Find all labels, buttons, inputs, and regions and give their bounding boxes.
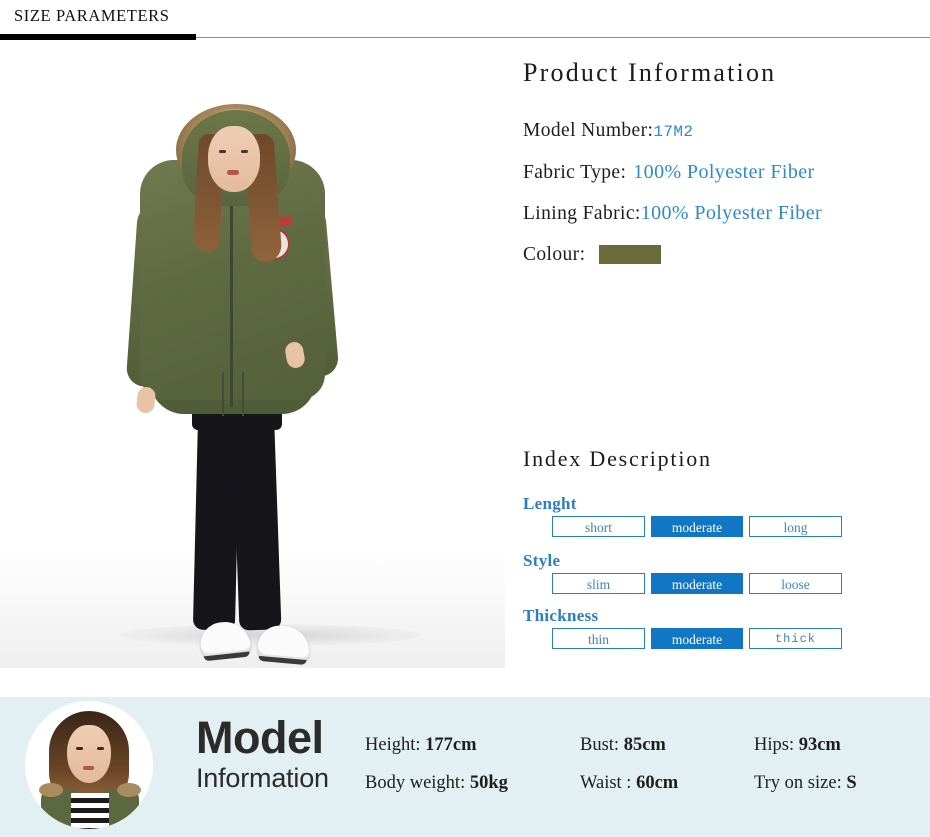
field-label-try-on-size: Try on size: bbox=[754, 773, 842, 793]
option-lenght-long[interactable]: long bbox=[749, 516, 842, 537]
option-style-loose[interactable]: loose bbox=[749, 573, 842, 594]
product-information-title: Product Information bbox=[523, 58, 777, 87]
spec-label-colour: Colour: bbox=[523, 244, 586, 265]
field-value-hips: 93cm bbox=[798, 735, 841, 755]
field-value-try-on-size: S bbox=[846, 773, 857, 793]
spec-row-colour: Colour: bbox=[523, 244, 662, 266]
spec-label-fabric-type: Fabric Type: bbox=[523, 162, 627, 183]
index-description-title: Index Description bbox=[523, 446, 712, 471]
option-style-moderate[interactable]: moderate bbox=[651, 573, 743, 594]
page-title: SIZE PARAMETERS bbox=[14, 6, 170, 25]
model-face bbox=[208, 126, 260, 192]
header-divider-line bbox=[196, 37, 930, 39]
model-heading: Model bbox=[196, 712, 324, 763]
index-group-thickness: Thickness thin moderate thick bbox=[523, 606, 863, 651]
field-label-height: Height: bbox=[365, 735, 421, 755]
spec-row-model-number: Model Number:17M2 bbox=[523, 120, 693, 142]
field-label-bust: Bust: bbox=[580, 735, 620, 755]
index-options-style: slim moderate loose bbox=[552, 573, 863, 596]
index-group-lenght: Lenght short moderate long bbox=[523, 494, 863, 539]
field-value-body-weight: 50kg bbox=[469, 773, 508, 793]
option-style-slim[interactable]: slim bbox=[552, 573, 645, 594]
field-label-hips: Hips: bbox=[754, 735, 795, 755]
avatar-lips bbox=[83, 766, 94, 770]
option-thickness-moderate[interactable]: moderate bbox=[651, 628, 743, 649]
field-label-body-weight: Body weight: bbox=[365, 773, 466, 793]
field-value-waist: 60cm bbox=[636, 773, 679, 793]
parka-drawstring bbox=[222, 372, 244, 416]
spec-value-model-number: 17M2 bbox=[653, 123, 694, 141]
avatar-face bbox=[67, 725, 111, 783]
option-thickness-thick[interactable]: thick bbox=[749, 628, 842, 649]
field-try-on-size: Try on size: S bbox=[754, 773, 857, 794]
index-label-thickness: Thickness bbox=[523, 606, 599, 625]
index-options-thickness: thin moderate thick bbox=[552, 628, 863, 651]
index-label-style: Style bbox=[523, 551, 561, 570]
model-hand-left bbox=[135, 386, 157, 414]
model-information-bar: Model Information bbox=[0, 697, 930, 837]
field-waist: Waist : 60cm bbox=[580, 773, 678, 794]
model-eye-right bbox=[241, 150, 248, 153]
model-eye-left bbox=[219, 150, 226, 153]
page-header: SIZE PARAMETERS bbox=[0, 0, 930, 40]
index-group-style: Style slim moderate loose bbox=[523, 551, 863, 596]
spec-label-lining-fabric: Lining Fabric: bbox=[523, 203, 641, 224]
option-thickness-thin[interactable]: thin bbox=[552, 628, 645, 649]
avatar-fur-left bbox=[39, 783, 63, 797]
product-information-panel: Product Information Model Number:17M2 Fa… bbox=[505, 42, 930, 668]
option-lenght-short[interactable]: short bbox=[552, 516, 645, 537]
field-value-bust: 85cm bbox=[623, 735, 666, 755]
option-lenght-moderate[interactable]: moderate bbox=[651, 516, 743, 537]
model-subheading: Information bbox=[196, 763, 329, 793]
index-label-lenght: Lenght bbox=[523, 494, 577, 513]
avatar-eye-left bbox=[76, 747, 83, 750]
avatar-striped-top bbox=[71, 793, 109, 829]
spec-row-fabric-type: Fabric Type: 100% Polyester Fiber bbox=[523, 161, 815, 184]
spec-value-lining-fabric: 100% Polyester Fiber bbox=[640, 202, 823, 224]
header-accent-bar bbox=[0, 34, 196, 40]
index-options-lenght: short moderate long bbox=[552, 516, 863, 539]
product-photo bbox=[0, 42, 505, 668]
field-bust: Bust: 85cm bbox=[580, 735, 666, 756]
spec-label-model-number: Model Number: bbox=[523, 120, 654, 141]
field-label-waist: Waist : bbox=[580, 773, 632, 793]
colour-swatch bbox=[599, 245, 662, 265]
field-value-height: 177cm bbox=[425, 735, 477, 755]
spec-row-lining-fabric: Lining Fabric:100% Polyester Fiber bbox=[523, 202, 822, 225]
field-height: Height: 177cm bbox=[365, 735, 477, 756]
spec-value-fabric-type: 100% Polyester Fiber bbox=[633, 161, 815, 183]
field-hips: Hips: 93cm bbox=[754, 735, 841, 756]
model-avatar bbox=[25, 701, 153, 829]
model-lips bbox=[227, 170, 239, 175]
field-body-weight: Body weight: 50kg bbox=[365, 773, 508, 794]
avatar-fur-right bbox=[117, 783, 141, 797]
avatar-eye-right bbox=[97, 747, 104, 750]
